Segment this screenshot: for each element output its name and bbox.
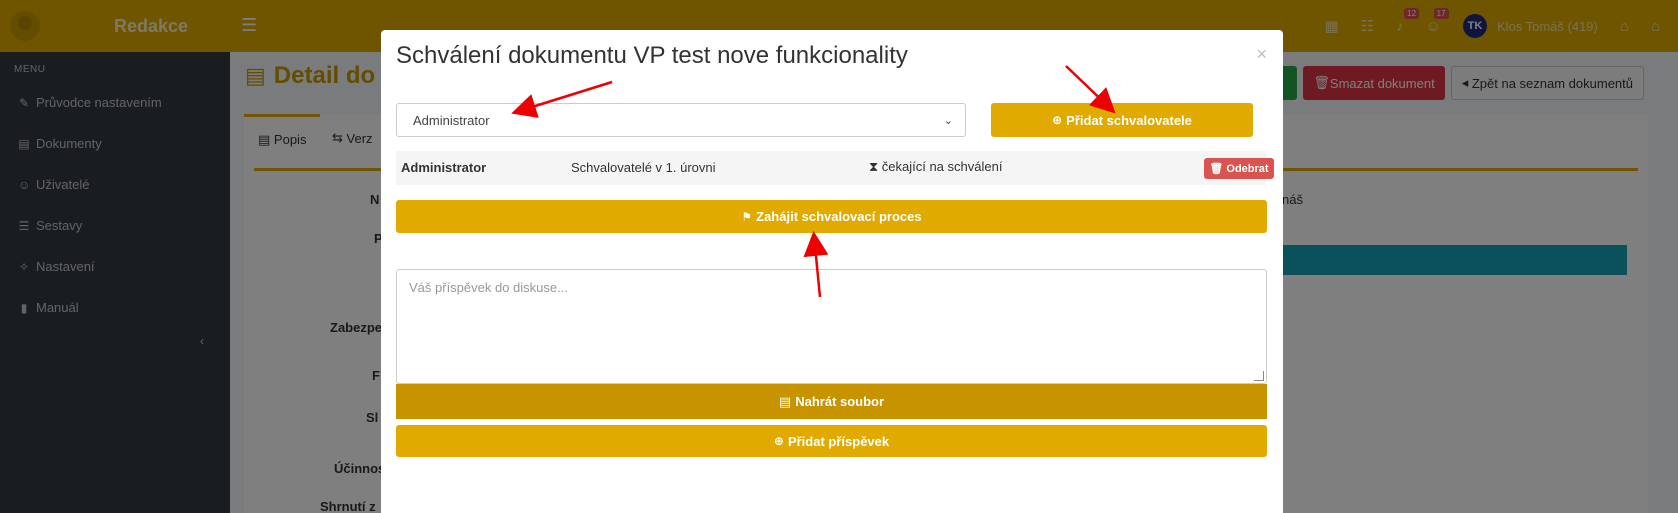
- approver-select-value: Administrator: [413, 112, 490, 128]
- add-approver-label: Přidat schvalovatele: [1066, 112, 1192, 128]
- file-icon: ▤: [778, 393, 792, 409]
- start-approval-process-button[interactable]: ⚑ Zahájit schvalovací proces: [396, 200, 1267, 233]
- upload-file-button[interactable]: ▤ Nahrát soubor: [396, 384, 1267, 419]
- approver-status-label: čekající na schválení: [881, 159, 1003, 174]
- remove-approver-button[interactable]: 🗑 Odebrat: [1204, 158, 1274, 179]
- upload-file-label: Nahrát soubor: [795, 394, 885, 409]
- discussion-placeholder: Váš příspěvek do diskuse...: [409, 280, 568, 295]
- approver-name: Administrator: [401, 160, 487, 175]
- approval-modal: Schválení dokumentu VP test nove funkcio…: [381, 30, 1283, 513]
- add-approver-button[interactable]: ⊕ Přidat schvalovatele: [991, 103, 1253, 137]
- plus-circle-icon: ⊕: [1052, 113, 1063, 127]
- add-comment-button[interactable]: ⊕ Přidat příspěvek: [396, 425, 1267, 457]
- approver-select[interactable]: Administrator ⌄: [396, 103, 966, 137]
- discussion-textarea[interactable]: Váš příspěvek do diskuse...: [396, 269, 1267, 384]
- chevron-down-icon: ⌄: [943, 114, 953, 127]
- approver-status: ⧗ čekající na schválení: [869, 159, 1002, 175]
- hourglass-icon: ⧗: [869, 159, 879, 174]
- flag-checkered-icon: ⚑: [741, 209, 753, 224]
- start-approval-process-label: Zahájit schvalovací proces: [756, 209, 922, 224]
- add-comment-label: Přidat příspěvek: [787, 433, 890, 449]
- modal-title: Schválení dokumentu VP test nove funkcio…: [396, 42, 908, 69]
- resize-handle[interactable]: [1254, 371, 1264, 381]
- approver-level: Schvalovatelé v 1. úrovni: [571, 160, 716, 175]
- close-icon[interactable]: ×: [1256, 44, 1267, 65]
- approver-row: Administrator Schvalovatelé v 1. úrovni …: [396, 151, 1274, 185]
- trash-icon: 🗑: [1209, 163, 1224, 175]
- plus-circle-icon: ⊕: [773, 434, 784, 448]
- remove-approver-label: Odebrat: [1226, 162, 1269, 175]
